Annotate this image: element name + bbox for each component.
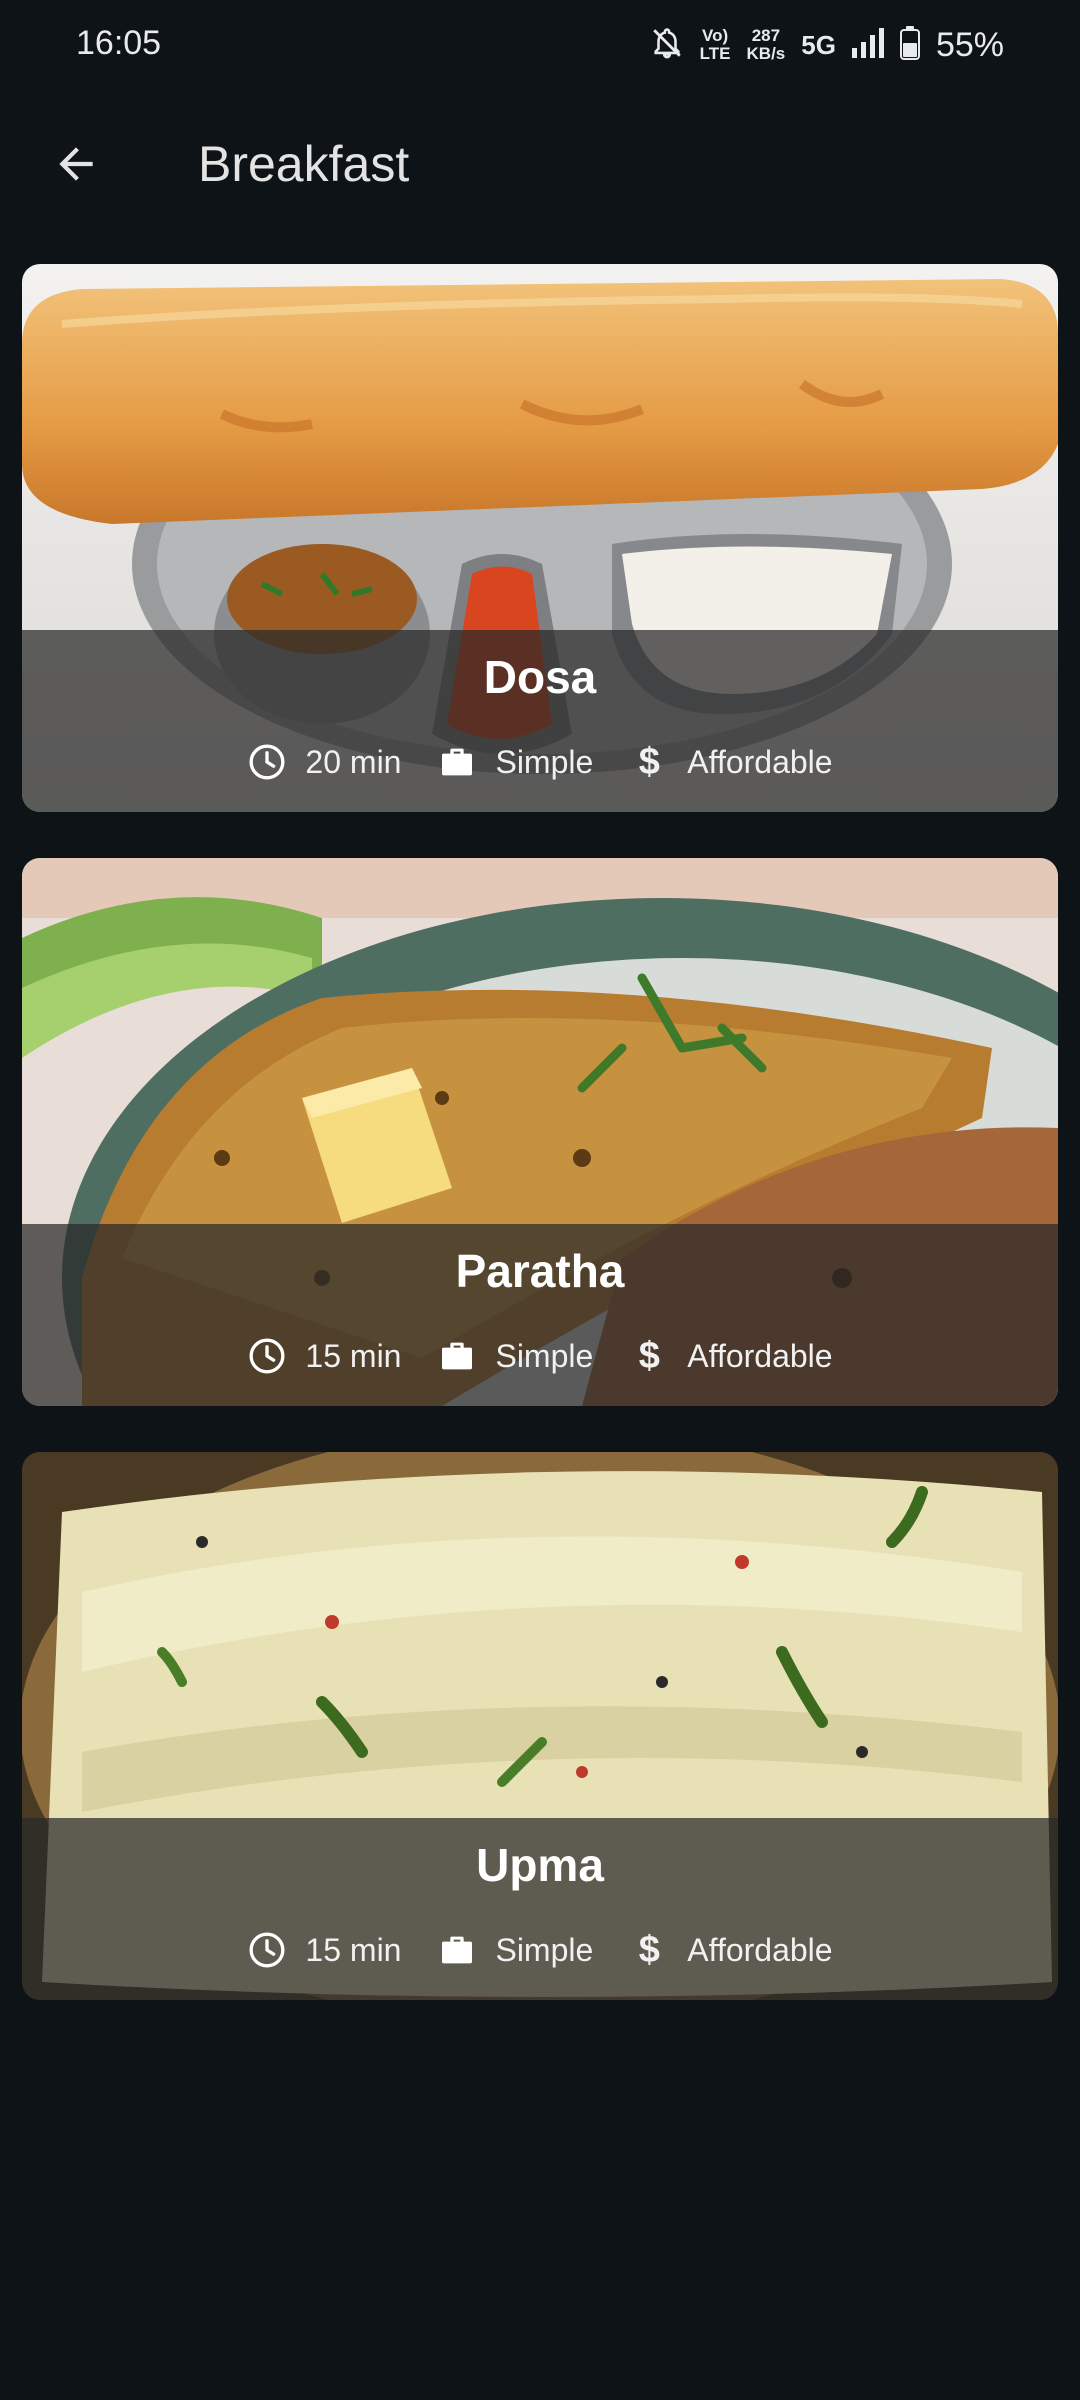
battery-percent: 55% <box>935 25 1004 64</box>
dollar-icon: $ <box>638 1334 660 1377</box>
meal-title: Paratha <box>455 1245 625 1297</box>
page-title: Breakfast <box>198 136 410 192</box>
meal-complexity: Simple <box>495 1931 594 1968</box>
signal-icon <box>851 27 884 63</box>
network-type: 5G <box>801 29 836 60</box>
app-bar: Breakfast <box>0 110 1080 220</box>
back-button[interactable] <box>40 130 112 202</box>
meal-card-upma[interactable]: Upma 15 min Simple $ Affordable <box>22 1452 1058 2000</box>
meal-complexity: Simple <box>495 1337 594 1374</box>
meta-complexity: Simple <box>437 1336 593 1376</box>
meal-meta: 20 min Simple $ Affordable <box>22 732 1058 792</box>
status-icons: Vo) LTE 287 KB/s 5G 55% <box>650 20 1004 70</box>
status-bar: 16:05 Vo) LTE 287 KB/s 5G 55% <box>0 0 1080 90</box>
clock-icon <box>247 1930 287 1970</box>
clock-icon <box>247 742 287 782</box>
meal-meta: 15 min Simple $ Affordable <box>22 1326 1058 1386</box>
meta-complexity: Simple <box>437 1930 593 1970</box>
briefcase-icon <box>437 1336 477 1376</box>
meal-affordability: Affordable <box>687 1931 833 1968</box>
volte-indicator: Vo) LTE <box>699 26 731 63</box>
card-overlay: Dosa 20 min Simple $ Affordable <box>22 630 1058 812</box>
mute-bell-icon <box>650 26 684 65</box>
meal-affordability: Affordable <box>687 1337 833 1374</box>
meal-meta: 15 min Simple $ Affordable <box>22 1920 1058 1980</box>
status-time: 16:05 <box>76 24 162 62</box>
meta-affordability: $ Affordable <box>629 1334 833 1377</box>
meta-affordability: $ Affordable <box>629 1928 833 1971</box>
meal-duration: 15 min <box>305 1931 402 1968</box>
meta-duration: 20 min <box>247 742 401 782</box>
meal-card-paratha[interactable]: Paratha 15 min Simple $ Affordable <box>22 858 1058 1406</box>
meta-affordability: $ Affordable <box>629 740 833 783</box>
meal-complexity: Simple <box>495 743 594 780</box>
meta-duration: 15 min <box>247 1930 401 1970</box>
meta-duration: 15 min <box>247 1336 401 1376</box>
meal-duration: 15 min <box>305 1337 402 1374</box>
clock-icon <box>247 1336 287 1376</box>
meal-title: Dosa <box>483 651 597 703</box>
dollar-icon: $ <box>638 1928 660 1971</box>
card-overlay: Paratha 15 min Simple $ Affordable <box>22 1224 1058 1406</box>
dollar-icon: $ <box>638 740 660 783</box>
card-overlay: Upma 15 min Simple $ Affordable <box>22 1818 1058 2000</box>
meal-title: Upma <box>476 1839 604 1891</box>
meal-card-dosa[interactable]: Dosa 20 min Simple $ Affordable <box>22 264 1058 812</box>
network-speed: 287 KB/s <box>746 26 786 63</box>
briefcase-icon <box>437 1930 477 1970</box>
meta-complexity: Simple <box>437 742 593 782</box>
battery-icon <box>899 25 920 65</box>
meal-affordability: Affordable <box>687 743 833 780</box>
briefcase-icon <box>437 742 477 782</box>
meal-duration: 20 min <box>305 743 402 780</box>
arrow-back-icon <box>51 139 101 194</box>
